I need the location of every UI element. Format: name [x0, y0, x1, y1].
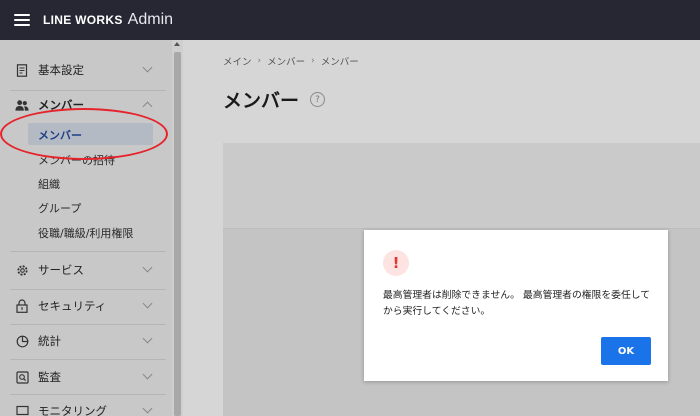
- sidebar-scrollbar[interactable]: [172, 40, 183, 416]
- pie-chart-icon: [15, 334, 29, 348]
- sidebar-group-label: 統計: [38, 334, 61, 348]
- chevron-right-icon: ›: [257, 56, 262, 66]
- hamburger-menu-icon[interactable]: [14, 14, 30, 26]
- chevron-down-icon: [142, 403, 153, 414]
- chevron-down-icon: [142, 298, 153, 309]
- sidebar-group-audit[interactable]: 監査: [0, 369, 172, 385]
- sidebar-group-label: セキュリティ: [38, 299, 107, 313]
- ok-button[interactable]: OK: [601, 337, 651, 365]
- scrollbar-thumb[interactable]: [174, 52, 181, 416]
- document-icon: [15, 63, 29, 77]
- sidebar-item-positions[interactable]: 役職/職級/利用権限: [38, 225, 133, 241]
- top-header: LINE WORKS Admin: [0, 0, 700, 40]
- breadcrumb-item[interactable]: メイン: [223, 54, 252, 68]
- sidebar-item-organization[interactable]: 組織: [38, 176, 60, 192]
- panel-header-area: [223, 143, 700, 229]
- chevron-down-icon: [142, 62, 153, 73]
- brand-main-text: LINE WORKS: [43, 13, 123, 27]
- sidebar-group-members[interactable]: メンバー: [0, 97, 172, 113]
- lock-icon: [15, 299, 29, 313]
- sidebar-group-monitoring[interactable]: モニタリング: [0, 403, 172, 416]
- sidebar-group-label: 基本設定: [38, 63, 84, 77]
- sidebar-group-security[interactable]: セキュリティ: [0, 298, 172, 314]
- chevron-down-icon: [142, 369, 153, 380]
- sidebar-group-services[interactable]: サービス: [0, 262, 172, 278]
- sidebar-item-groups[interactable]: グループ: [38, 200, 81, 216]
- gear-icon: [15, 263, 29, 277]
- breadcrumb-item[interactable]: メンバー: [267, 54, 305, 68]
- chevron-right-icon: ›: [311, 56, 315, 66]
- sidebar-divider: [10, 359, 166, 360]
- sidebar-divider: [10, 90, 166, 91]
- sidebar-group-label: メンバー: [38, 98, 84, 112]
- search-document-icon: [15, 370, 29, 384]
- sidebar-item-members[interactable]: メンバー: [38, 127, 82, 143]
- sidebar-divider: [10, 324, 166, 325]
- chevron-up-icon: [142, 101, 153, 112]
- breadcrumb: メイン › メンバー › メンバー: [223, 54, 359, 68]
- alert-dialog: ! 最高管理者は削除できません。 最高管理者の権限を委任してから実行してください…: [364, 230, 668, 381]
- sidebar-group-basic-settings[interactable]: 基本設定: [0, 62, 172, 78]
- chevron-down-icon: [142, 333, 153, 344]
- brand-sub-text: Admin: [127, 11, 174, 28]
- members-icon: [15, 98, 29, 112]
- sidebar-divider: [10, 394, 166, 395]
- sidebar-group-label: サービス: [38, 263, 84, 277]
- sidebar-group-statistics[interactable]: 統計: [0, 333, 172, 349]
- sidebar: 基本設定 メンバー メンバー メンバーの招待 組織 グループ 役職/職級/利用権…: [0, 40, 172, 416]
- sidebar-group-label: 監査: [38, 370, 61, 384]
- alert-exclamation-icon: !: [383, 250, 409, 276]
- sidebar-divider: [10, 289, 166, 290]
- help-icon[interactable]: ?: [310, 92, 325, 107]
- dialog-message: 最高管理者は削除できません。 最高管理者の権限を委任してから実行してください。: [383, 290, 651, 317]
- brand-logo[interactable]: LINE WORKS Admin: [43, 11, 173, 29]
- sidebar-item-invite-members[interactable]: メンバーの招待: [38, 152, 115, 168]
- sidebar-group-label: モニタリング: [38, 404, 107, 416]
- scroll-up-arrow-icon[interactable]: [174, 42, 180, 46]
- chevron-down-icon: [142, 262, 153, 273]
- monitor-icon: [15, 404, 29, 416]
- breadcrumb-item: メンバー: [320, 57, 359, 68]
- sidebar-divider: [10, 251, 166, 252]
- page-title: メンバー: [223, 90, 300, 112]
